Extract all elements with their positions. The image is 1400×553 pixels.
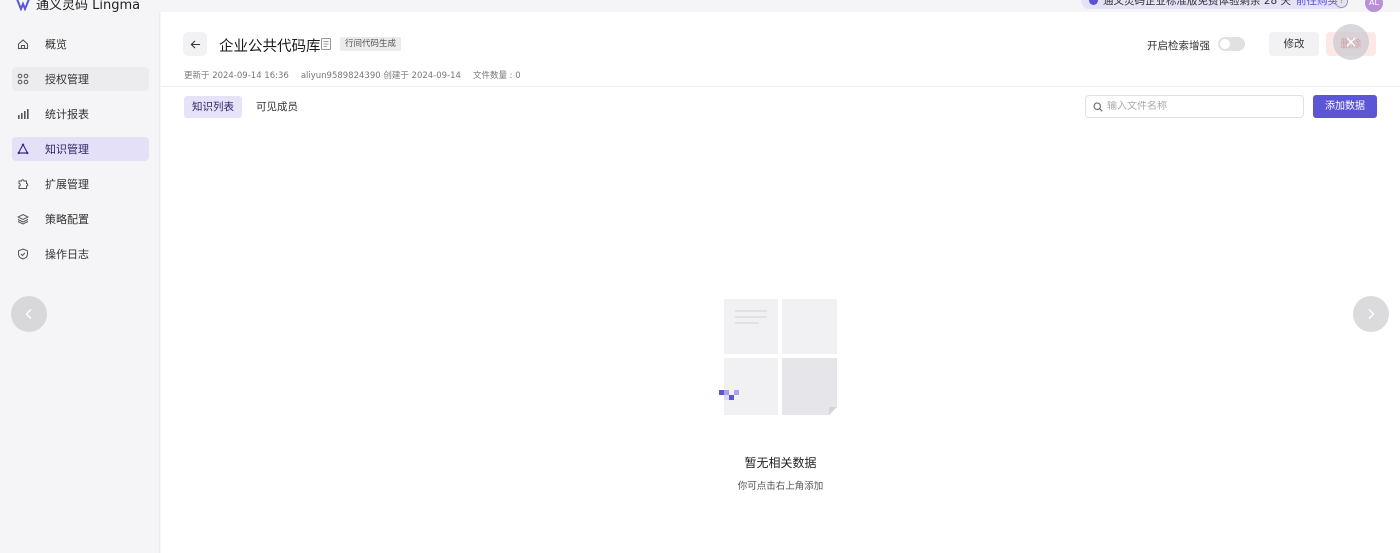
sidebar-item-label: 授权管理	[45, 73, 89, 86]
help-icon[interactable]: ?	[1335, 0, 1348, 8]
retrieval-toggle-label: 开启检索增强	[1147, 40, 1210, 52]
tab-visible-members[interactable]: 可见成员	[248, 96, 306, 118]
tab-knowledge-list[interactable]: 知识列表	[184, 96, 242, 118]
trial-text: 通义灵码企业标准版免费体验剩余 28 天	[1103, 0, 1292, 7]
sidebar-item-label: 知识管理	[45, 143, 89, 156]
trial-banner: 通义灵码企业标准版免费体验剩余 28 天 前往购买	[1081, 0, 1349, 9]
avatar[interactable]: AL	[1365, 0, 1383, 12]
sidebar-item-statistics[interactable]: 统计报表	[12, 102, 149, 126]
search-icon	[1093, 101, 1103, 112]
updated-time: 更新于 2024-09-14 16:36	[184, 71, 289, 81]
retrieval-toggle[interactable]	[1218, 37, 1245, 51]
sidebar-item-label: 概览	[45, 38, 67, 51]
prev-arrow-button[interactable]	[11, 296, 47, 332]
back-button[interactable]	[183, 32, 207, 56]
sidebar-item-label: 策略配置	[45, 213, 89, 226]
sidebar-item-overview[interactable]: 概览	[12, 32, 149, 56]
sidebar-item-label: 统计报表	[45, 108, 89, 121]
meta-info: 更新于 2024-09-14 16:36 aliyun9589824390 创建…	[184, 69, 521, 81]
home-icon	[17, 39, 29, 50]
divider	[161, 86, 1400, 87]
lingma-logo-icon	[16, 0, 30, 11]
layers-icon	[17, 213, 29, 225]
sidebar-item-extensions[interactable]: 扩展管理	[12, 172, 149, 196]
empty-state-illustration	[719, 299, 837, 415]
file-count: 文件数量 : 0	[472, 71, 521, 81]
empty-title: 暂无相关数据	[744, 456, 817, 470]
sidebar-item-logs[interactable]: 操作日志	[12, 242, 149, 266]
next-arrow-button[interactable]	[1353, 296, 1389, 332]
search-input[interactable]	[1107, 101, 1297, 112]
close-icon	[1346, 37, 1356, 47]
sidebar-item-authorization[interactable]: 授权管理	[12, 67, 149, 91]
add-data-button[interactable]: 添加数据	[1313, 95, 1377, 118]
bar-chart-icon	[18, 109, 29, 119]
toggle-knob	[1220, 39, 1230, 49]
sidebar-item-policy[interactable]: 策略配置	[12, 207, 149, 231]
sidebar-item-label: 操作日志	[45, 248, 89, 261]
close-overlay-button[interactable]	[1333, 24, 1369, 60]
type-tag: 行间代码生成	[340, 37, 402, 51]
grid-icon	[17, 73, 29, 85]
arrow-left-icon	[190, 39, 200, 49]
document-icon[interactable]	[321, 38, 331, 50]
page-title: 企业公共代码库	[219, 39, 321, 55]
triangle-nodes-icon	[17, 143, 29, 155]
sidebar-item-label: 扩展管理	[45, 178, 89, 191]
search-box[interactable]	[1085, 95, 1304, 118]
main-panel: 企业公共代码库 行间代码生成 开启检索增强 修改 删除 更新于 2024-09-…	[161, 12, 1400, 553]
created-info: aliyun9589824390 创建于 2024-09-14	[300, 71, 461, 81]
trial-info-icon	[1089, 0, 1098, 5]
shield-icon	[18, 248, 28, 260]
puzzle-icon	[18, 179, 29, 189]
edit-button[interactable]: 修改	[1269, 32, 1319, 56]
chevron-right-icon	[1368, 309, 1375, 319]
top-bar: 通义灵码 Lingma 通义灵码企业标准版免费体验剩余 28 天 前往购买 ? …	[0, 0, 1400, 13]
sidebar: 概览 授权管理 统计报表 知识管理 扩展管理 策略配置 操作日志	[0, 12, 160, 553]
empty-subtitle: 你可点击右上角添加	[737, 481, 824, 492]
purchase-link[interactable]: 前往购买	[1296, 0, 1338, 8]
chevron-left-icon	[25, 309, 32, 319]
sidebar-item-knowledge[interactable]: 知识管理	[12, 137, 149, 161]
